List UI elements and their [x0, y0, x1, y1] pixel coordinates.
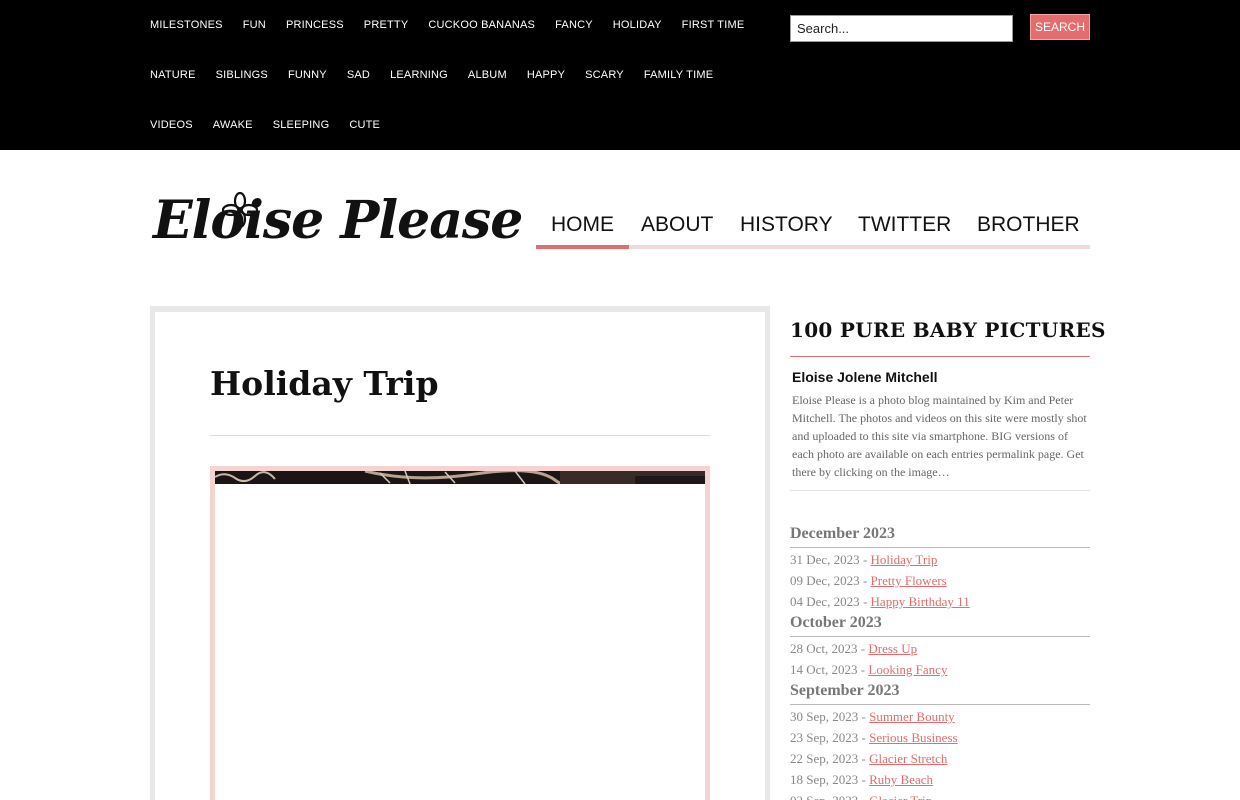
archive-entry-separator: - — [859, 594, 871, 609]
search-input[interactable] — [790, 15, 1013, 42]
tag-link[interactable]: FIRST TIME — [682, 19, 745, 31]
tag-link[interactable]: PRETTY — [364, 19, 409, 31]
tag-link[interactable]: HAPPY — [527, 69, 565, 81]
archive-entry-link[interactable]: Looking Fancy — [868, 662, 947, 677]
archive-entry-date: 02 Sep, 2023 — [790, 793, 858, 800]
tag-row: MILESTONES FUN PRINCESS PRETTY CUCKOO BANANA… — [150, 0, 770, 50]
archive-entry-separator: - — [859, 573, 871, 588]
tag-link[interactable]: SCARY — [585, 69, 624, 81]
archive-month: October 2023 — [790, 613, 1090, 637]
nav-history[interactable]: HISTORY — [725, 205, 848, 249]
archive-list: December 2023 31 Dec, 2023 - Holiday Trip… — [790, 524, 1090, 800]
archive-entry-separator: - — [858, 793, 869, 800]
tag-link[interactable]: VIDEOS — [150, 119, 193, 131]
archive-entry: 28 Oct, 2023 - Dress Up — [790, 639, 1090, 660]
archive-entry-link[interactable]: Serious Business — [869, 730, 957, 745]
archive-entry: 02 Sep, 2023 - Glacier Trip — [790, 791, 1090, 800]
tag-link[interactable]: SLEEPING — [273, 119, 330, 131]
archive-entry-separator: - — [858, 751, 870, 766]
archive-month: September 2023 — [790, 681, 1090, 705]
post-card: Holiday Trip — [150, 306, 770, 800]
archive-entry-separator: - — [857, 641, 869, 656]
tag-link[interactable]: SIBLINGS — [216, 69, 268, 81]
about-text: Eloise Please is a photo blog maintained… — [792, 393, 1087, 479]
archive-entry-date: 22 Sep, 2023 — [790, 751, 859, 766]
archive-entry: 23 Sep, 2023 - Serious Business — [790, 728, 1090, 749]
archive-entry-separator: - — [858, 730, 870, 745]
tag-link[interactable]: FUNNY — [288, 69, 327, 81]
archive-entry: 09 Dec, 2023 - Pretty Flowers — [790, 571, 1090, 592]
search-button[interactable]: SEARCH — [1030, 14, 1090, 40]
post-divider — [210, 435, 710, 436]
archive-entry-link[interactable]: Holiday Trip — [871, 552, 938, 567]
tag-link[interactable]: MILESTONES — [150, 19, 223, 31]
archive-entry: 30 Sep, 2023 - Summer Bounty — [790, 707, 1090, 728]
archive-entry-date: 04 Dec, 2023 — [790, 594, 860, 609]
archive-entry-date: 09 Dec, 2023 — [790, 573, 860, 588]
post-title[interactable]: Holiday Trip — [210, 364, 439, 403]
archive-entry-date: 14 Oct, 2023 — [790, 662, 858, 677]
top-tag-bar: MILESTONES FUN PRINCESS PRETTY CUCKOO BANANA… — [0, 0, 1240, 150]
post-body: Holiday Trip — [155, 312, 765, 800]
archive-entry: 18 Sep, 2023 - Ruby Beach — [790, 770, 1090, 791]
archive-entry: 04 Dec, 2023 - Happy Birthday 11 — [790, 592, 1090, 613]
tag-row: NATURE SIBLINGS FUNNY SAD LEARNING ALBUM HAPPY… — [150, 50, 770, 100]
archive-entry-separator: - — [858, 709, 870, 724]
tag-link[interactable]: ALBUM — [468, 69, 507, 81]
archive-entry: 14 Oct, 2023 - Looking Fancy — [790, 660, 1090, 681]
tag-link[interactable]: CUTE — [349, 119, 380, 131]
archive-entry-link[interactable]: Ruby Beach — [869, 772, 933, 787]
nav-brother[interactable]: BROTHER — [962, 205, 1095, 249]
archive-entry-date: 31 Dec, 2023 — [790, 552, 860, 567]
archive-entry: 31 Dec, 2023 - Holiday Trip — [790, 550, 1090, 571]
archive-entry: 22 Sep, 2023 - Glacier Stretch — [790, 749, 1090, 770]
tag-link[interactable]: LEARNING — [390, 69, 448, 81]
tag-link[interactable]: FAMILY TIME — [644, 69, 713, 81]
archive-entry-date: 18 Sep, 2023 — [790, 772, 859, 787]
tag-link[interactable]: FANCY — [555, 19, 593, 31]
about-name: Eloise Jolene Mitchell — [792, 369, 938, 385]
tag-link[interactable]: NATURE — [150, 69, 196, 81]
archive-entry-link[interactable]: Glacier Trip — [869, 793, 932, 800]
archive-entry-link[interactable]: Glacier Stretch — [869, 751, 947, 766]
logo-text: Eloise Please — [153, 190, 523, 251]
sidebar-divider-2 — [790, 490, 1090, 491]
archive-entry-date: 23 Sep, 2023 — [790, 730, 859, 745]
tag-link[interactable]: SAD — [347, 69, 370, 81]
tag-link[interactable]: CUCKOO BANANAS — [428, 19, 535, 31]
post-photo[interactable] — [210, 466, 710, 800]
archive-month: December 2023 — [790, 524, 1090, 548]
archive-entry-link[interactable]: Pretty Flowers — [871, 573, 947, 588]
tag-link[interactable]: PRINCESS — [286, 19, 344, 31]
flower-icon — [222, 192, 258, 228]
tag-row: VIDEOS AWAKE SLEEPING CUTE — [150, 100, 770, 150]
nav-about[interactable]: ABOUT — [626, 205, 728, 249]
tag-link[interactable]: HOLIDAY — [613, 19, 662, 31]
archive-entry-separator: - — [859, 552, 871, 567]
archive-entry-link[interactable]: Summer Bounty — [869, 709, 955, 724]
archive-entry-separator: - — [857, 662, 869, 677]
archive-entry-date: 28 Oct, 2023 — [790, 641, 858, 656]
photo-image[interactable] — [215, 471, 705, 484]
main-nav: HOME ABOUT HISTORY TWITTER BROTHER — [536, 205, 1090, 249]
archive-entry-link[interactable]: Dress Up — [868, 641, 917, 656]
sidebar-divider — [790, 356, 1090, 357]
archive-entry-link[interactable]: Happy Birthday 11 — [871, 594, 970, 609]
tag-link[interactable]: AWAKE — [213, 119, 253, 131]
sidebar-title: 100 PURE BABY PICTURES — [790, 318, 1106, 342]
nav-twitter[interactable]: TWITTER — [843, 205, 966, 249]
tag-cloud: MILESTONES FUN PRINCESS PRETTY CUCKOO BANANA… — [150, 0, 770, 150]
nav-home[interactable]: HOME — [536, 205, 629, 249]
tag-link[interactable]: FUN — [243, 19, 266, 31]
site-logo[interactable]: Eloise Please — [150, 190, 523, 265]
archive-entry-separator: - — [858, 772, 870, 787]
archive-entry-date: 30 Sep, 2023 — [790, 709, 859, 724]
